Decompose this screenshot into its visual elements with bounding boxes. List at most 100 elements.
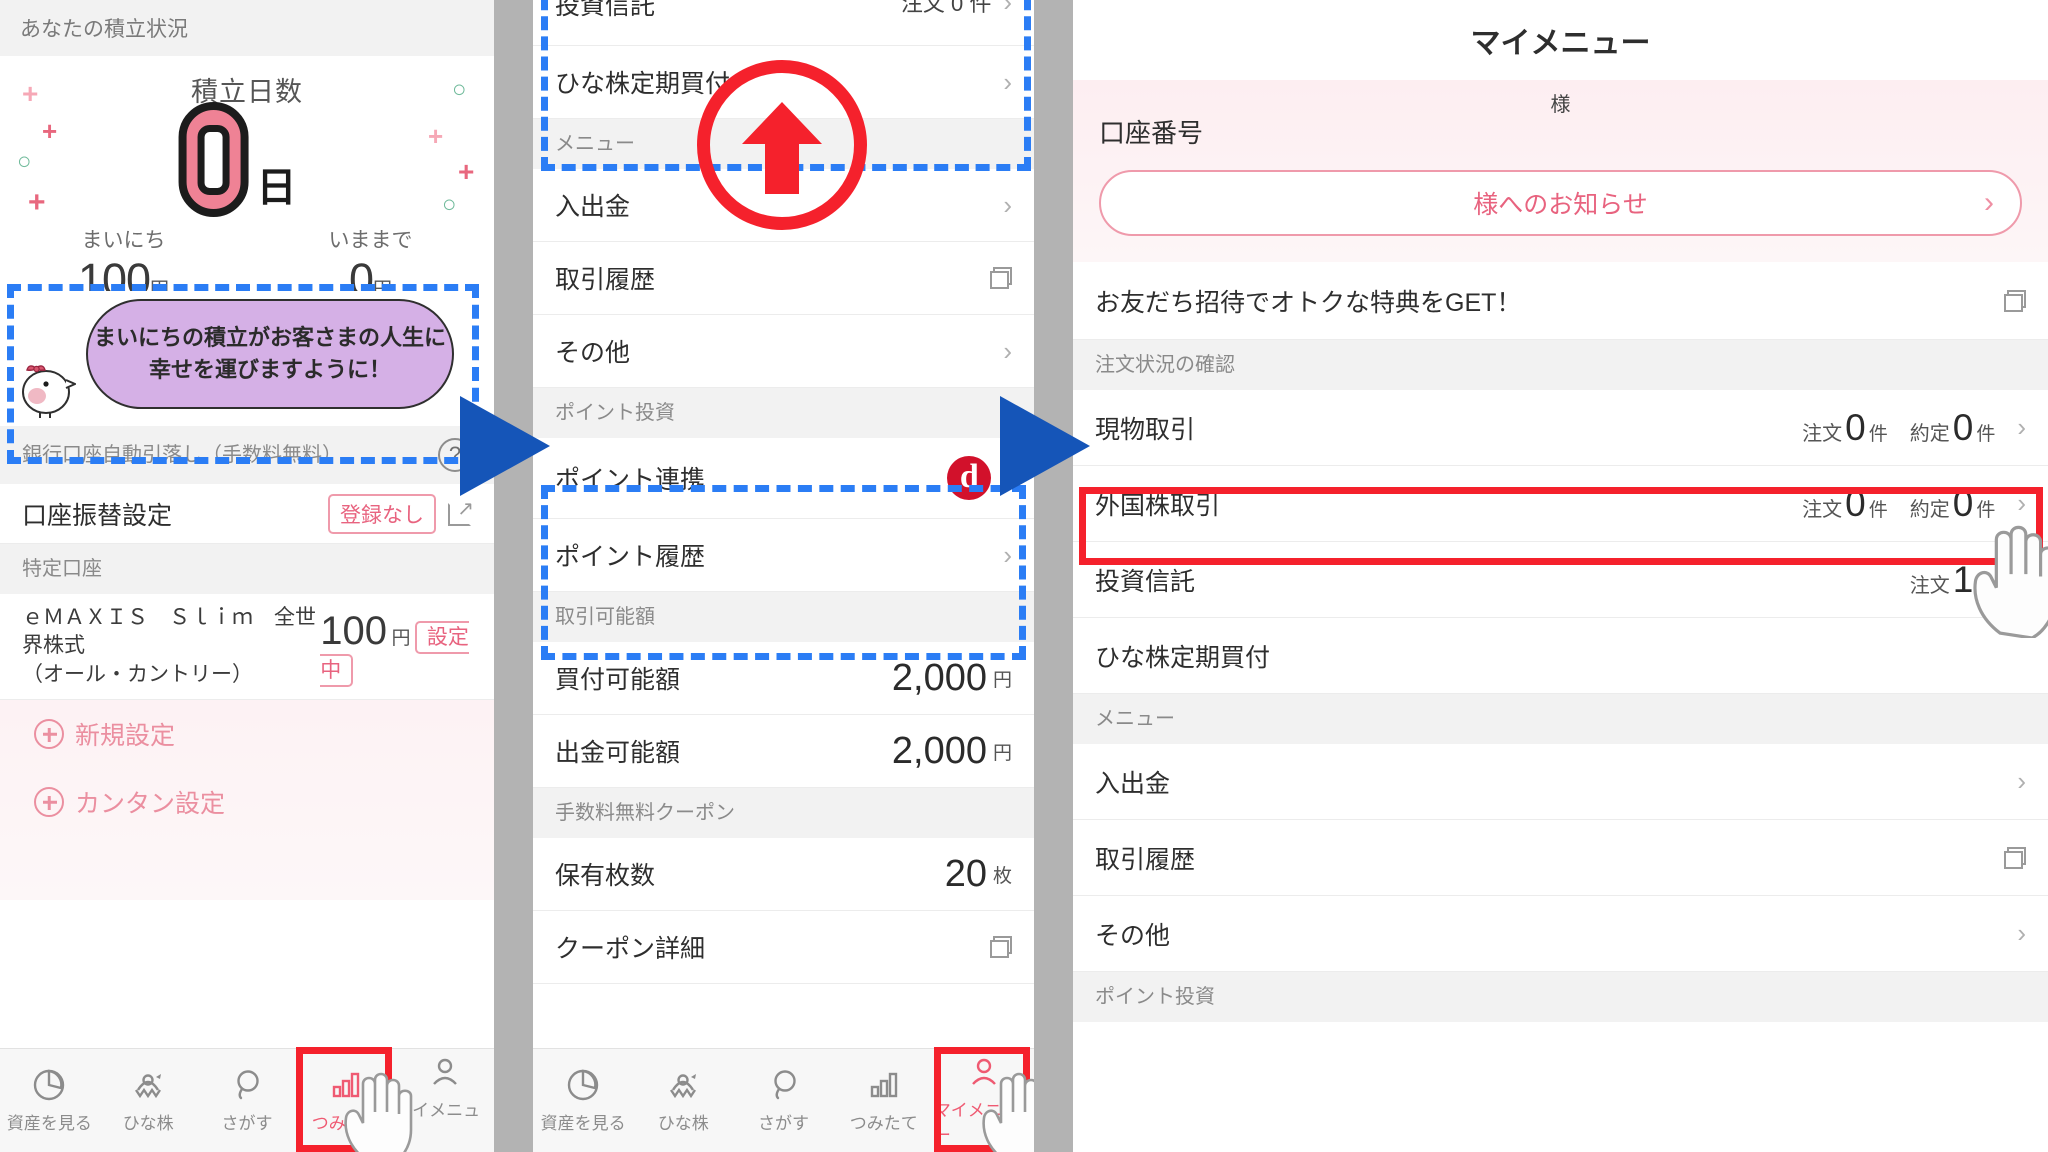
panel-tsumitate: あなたの積立状況 積立日数 + + ○ + ○ + + ○ 日 まいにち 100… xyxy=(0,0,494,1152)
new-window-icon xyxy=(990,267,1012,289)
tab-label: 資産を見る xyxy=(540,1113,626,1133)
row-torihiki-rireki[interactable]: 取引履歴 xyxy=(533,242,1034,315)
easy-setting-label: カンタン設定 xyxy=(75,790,226,819)
row-sonota[interactable]: その他 › xyxy=(1073,896,2048,972)
notice-button-label: 様へのお知らせ xyxy=(1473,191,1648,219)
fill-count: 約定 0 件 xyxy=(1910,407,1996,449)
row-label: 出金可能額 xyxy=(555,739,681,767)
chevron-right-icon: › xyxy=(1003,189,1012,220)
tab-label: ひな株 xyxy=(657,1113,709,1133)
fill-count-value: 0 xyxy=(1952,406,1974,448)
row-label: 保有枚数 xyxy=(555,862,656,890)
tab-mymenu[interactable]: マイメニュー xyxy=(395,1049,494,1152)
tab-search[interactable]: さがす xyxy=(198,1049,297,1152)
section-coupon: 手数料無料クーポン xyxy=(533,788,1034,838)
tab-hinakabu[interactable]: ひな株 xyxy=(99,1049,198,1152)
row-label: その他 xyxy=(555,339,631,367)
bar-chart-icon xyxy=(870,1072,897,1097)
zero-glyph xyxy=(178,102,249,217)
tab-tsumitate-highlight xyxy=(296,1047,392,1152)
new-setting-button[interactable]: 新規設定 xyxy=(0,700,494,768)
tab-label: つみたて xyxy=(849,1113,918,1133)
tab-search[interactable]: さがす xyxy=(733,1049,833,1152)
row-friend-invite[interactable]: お友だち招待でオトクな特典をGET！ xyxy=(1073,262,2048,340)
transition-arrow-2-icon xyxy=(1000,396,1090,496)
bottom-tab-bar: 資産を見る ひな株 さがす つみたて マイメニュー xyxy=(0,1048,494,1152)
fund-name-line-1: ｅＭＡＸＩＳ Ｓｌｉｍ 全世界株式 xyxy=(22,606,316,658)
easy-setting-button[interactable]: カンタン設定 xyxy=(0,768,494,836)
chick-icon xyxy=(135,1073,162,1098)
tab-assets[interactable]: 資産を見る xyxy=(0,1049,99,1152)
row-label: 取引履歴 xyxy=(1095,845,1196,874)
row-unit: 円 xyxy=(992,669,1012,691)
row-value-group: 2,000 円 xyxy=(892,730,1012,773)
screenshot-stage: あなたの積立状況 積立日数 + + ○ + ○ + + ○ 日 まいにち 100… xyxy=(0,0,2048,1152)
external-link-icon[interactable] xyxy=(448,496,474,526)
transition-arrow-1-icon xyxy=(460,396,550,496)
row-genbutsu-torihiki[interactable]: 現物取引 注文 0 件 約定 0 件 › xyxy=(1073,390,2048,466)
row-label: ひな株定期買付 xyxy=(1095,643,1271,672)
row-hinakabu-teiki[interactable]: ひな株定期買付 xyxy=(1073,618,2048,694)
order-count: 注文 0 件 xyxy=(1802,407,1888,449)
section-tokutei-account: 特定口座 xyxy=(0,544,494,594)
chevron-right-icon: › xyxy=(2017,412,2026,442)
row-label: 入出金 xyxy=(555,193,631,221)
row-sonota[interactable]: その他 › xyxy=(533,315,1034,388)
section-order-status: 注文状況の確認 xyxy=(1073,340,2048,390)
new-setting-label: 新規設定 xyxy=(75,722,176,751)
scroll-up-arrow-icon xyxy=(742,102,822,194)
streak-days-value: 日 xyxy=(178,102,297,217)
tab-tsumitate[interactable]: つみたて xyxy=(834,1049,934,1152)
tab-label: 資産を見る xyxy=(6,1113,92,1133)
row-coupon-shousai[interactable]: クーポン詳細 xyxy=(533,911,1034,984)
row-fund-emaxis[interactable]: ｅＭＡＸＩＳ Ｓｌｉｍ 全世界株式 （オール・カントリー） 100 円 設定中 xyxy=(0,594,494,701)
mascot-bubble-annotation xyxy=(7,284,479,464)
row-trailing: 登録なし xyxy=(328,493,474,534)
new-window-icon xyxy=(2004,289,2026,312)
tsumitate-hero: 積立日数 + + ○ + ○ + + ○ 日 まいにち 100円 いままで 0円 xyxy=(0,56,494,305)
search-icon xyxy=(773,1069,796,1099)
order-count-key: 注文 xyxy=(1909,574,1950,597)
row-torihiki-rireki[interactable]: 取引履歴 xyxy=(1073,820,2048,896)
row-value: 2,000 xyxy=(891,656,987,699)
chevron-right-icon: › xyxy=(2017,918,2026,948)
row-nyushukkin[interactable]: 入出金 › xyxy=(1073,744,2048,820)
person-icon xyxy=(432,1058,457,1085)
section-point-investment: ポイント投資 xyxy=(1073,972,2048,1022)
row-unit: 枚 xyxy=(992,865,1012,887)
search-icon xyxy=(237,1069,259,1099)
chevron-right-icon: › xyxy=(2017,766,2026,796)
circle-decoration: ○ xyxy=(442,191,457,218)
circle-decoration: ○ xyxy=(452,76,467,103)
row-label: 口座振替設定 xyxy=(22,501,173,530)
plus-circle-icon xyxy=(34,719,64,750)
panel-mymenu: マイメニュー 様 口座番号 様へのお知らせ › お友だち招待でオトクな特典をGE… xyxy=(1073,0,2048,1152)
pie-chart-icon xyxy=(34,1069,65,1100)
tab-label: さがす xyxy=(758,1113,809,1133)
row-label: お友だち招待でオトクな特典をGET！ xyxy=(1095,288,1522,317)
chevron-right-icon: › xyxy=(2017,564,2026,594)
new-window-icon xyxy=(990,936,1012,958)
tab-label: マイメニュー xyxy=(395,1101,481,1145)
plus-decoration: + xyxy=(22,78,39,109)
plus-decoration: + xyxy=(428,121,444,151)
notice-button[interactable]: 様へのお知らせ › xyxy=(1099,170,2022,236)
status-badge: 登録なし xyxy=(328,493,436,534)
row-counts: 注文 0 件 約定 0 件 › xyxy=(1802,407,2026,449)
row-shukkin-kanougaku: 出金可能額 2,000 円 xyxy=(533,715,1034,788)
order-count-unit: 件 xyxy=(1868,423,1888,445)
new-window-icon xyxy=(2004,846,2026,869)
row-label: その他 xyxy=(1095,921,1171,950)
row-label: 入出金 xyxy=(1095,769,1171,798)
order-count-value: 0 xyxy=(1845,406,1866,448)
row-label: 投資信託 xyxy=(1095,567,1196,596)
section-menu: メニュー xyxy=(1073,694,2048,744)
page-title: マイメニュー xyxy=(1073,0,2048,80)
row-furikae-setting[interactable]: 口座振替設定 登録なし xyxy=(0,484,494,544)
tab-assets[interactable]: 資産を見る xyxy=(533,1049,633,1152)
fund-name-line-2: （オール・カントリー） xyxy=(22,662,253,686)
tab-hinakabu[interactable]: ひな株 xyxy=(633,1049,733,1152)
plus-circle-icon xyxy=(34,787,64,818)
pie-chart-icon xyxy=(567,1069,599,1100)
tab-mymenu-highlight xyxy=(934,1047,1030,1152)
